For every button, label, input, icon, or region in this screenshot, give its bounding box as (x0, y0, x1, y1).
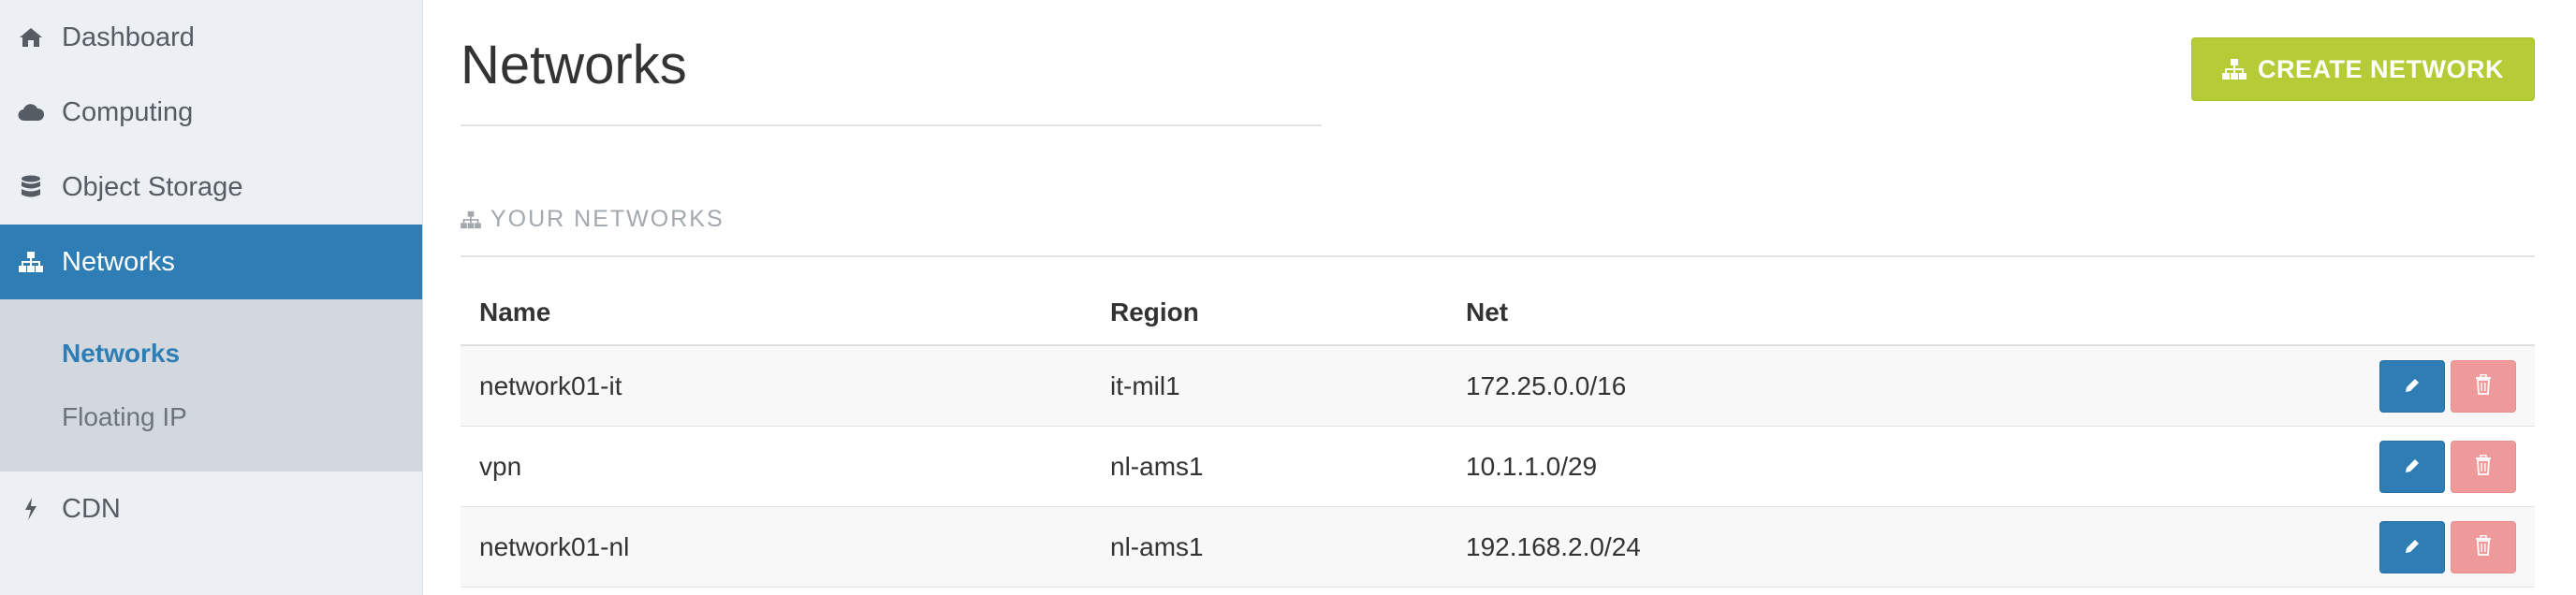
sidebar: Dashboard Computing Object Storage Netwo… (0, 0, 423, 595)
network-net: 10.1.1.0/29 (1466, 451, 1598, 481)
column-header-region[interactable]: Region (1110, 298, 1466, 327)
table-row[interactable]: network01-nl nl-ams1 192.168.2.0/24 (461, 507, 2535, 588)
database-icon (17, 173, 45, 201)
trash-icon (2475, 371, 2492, 401)
sidebar-item-object-storage[interactable]: Object Storage (0, 150, 422, 225)
table-row[interactable]: network01-it it-mil1 172.25.0.0/16 (461, 346, 2535, 427)
sidebar-item-label: Computing (62, 96, 194, 127)
subnav-item-networks[interactable]: Networks (0, 322, 422, 385)
section-title: YOUR NETWORKS (461, 206, 724, 233)
edit-button[interactable] (2379, 440, 2445, 493)
create-network-label: CREATE NETWORK (2258, 54, 2504, 83)
sidebar-item-label: CDN (62, 493, 121, 524)
row-actions (2348, 440, 2535, 493)
row-actions (2348, 520, 2535, 573)
create-network-button[interactable]: CREATE NETWORK (2191, 37, 2535, 101)
column-header-net[interactable]: Net (1466, 298, 2348, 327)
sidebar-item-label: Networks (62, 246, 175, 277)
network-name: network01-it (479, 370, 622, 400)
sidebar-item-networks[interactable]: Networks (0, 225, 422, 299)
row-actions (2348, 359, 2535, 413)
section-title-label: YOUR NETWORKS (490, 206, 724, 232)
page-title: Networks (461, 35, 687, 95)
edit-button[interactable] (2379, 520, 2445, 573)
network-region: nl-ams1 (1110, 531, 1204, 561)
title-divider (461, 124, 1322, 126)
sitemap-icon (2222, 58, 2247, 80)
network-region: nl-ams1 (1110, 451, 1204, 481)
sitemap-icon (461, 210, 481, 229)
home-icon (17, 23, 45, 51)
network-name: vpn (479, 451, 522, 481)
sidebar-item-label: Object Storage (62, 171, 243, 202)
sidebar-item-dashboard[interactable]: Dashboard (0, 0, 422, 75)
sitemap-icon (17, 248, 45, 276)
table-row[interactable]: vpn nl-ams1 10.1.1.0/29 (461, 427, 2535, 507)
app-root: Dashboard Computing Object Storage Netwo… (0, 0, 2576, 595)
bolt-icon (17, 495, 45, 523)
section-divider (461, 255, 2535, 257)
delete-button[interactable] (2451, 440, 2516, 493)
network-net: 172.25.0.0/16 (1466, 370, 1627, 400)
subnav-item-floating-ip[interactable]: Floating IP (0, 385, 422, 449)
trash-icon (2475, 532, 2492, 562)
trash-icon (2475, 452, 2492, 482)
delete-button[interactable] (2451, 520, 2516, 573)
cloud-icon (17, 98, 45, 126)
main-content: Networks CREATE NETWORK YOUR NETWORKS Na… (423, 0, 2576, 595)
delete-button[interactable] (2451, 359, 2516, 413)
edit-button[interactable] (2379, 359, 2445, 413)
sidebar-subnav: Networks Floating IP (0, 299, 422, 472)
pencil-icon (2403, 532, 2422, 562)
sidebar-item-label: Dashboard (62, 22, 195, 52)
networks-table: Name Region Net network01-it it-mil1 172… (461, 281, 2535, 588)
network-region: it-mil1 (1110, 370, 1180, 400)
sidebar-item-computing[interactable]: Computing (0, 75, 422, 150)
network-net: 192.168.2.0/24 (1466, 531, 1641, 561)
network-name: network01-nl (479, 531, 630, 561)
pencil-icon (2403, 452, 2422, 482)
column-header-name[interactable]: Name (461, 298, 1110, 327)
table-header: Name Region Net (461, 281, 2535, 346)
pencil-icon (2403, 371, 2422, 401)
sidebar-item-cdn[interactable]: CDN (0, 472, 422, 546)
